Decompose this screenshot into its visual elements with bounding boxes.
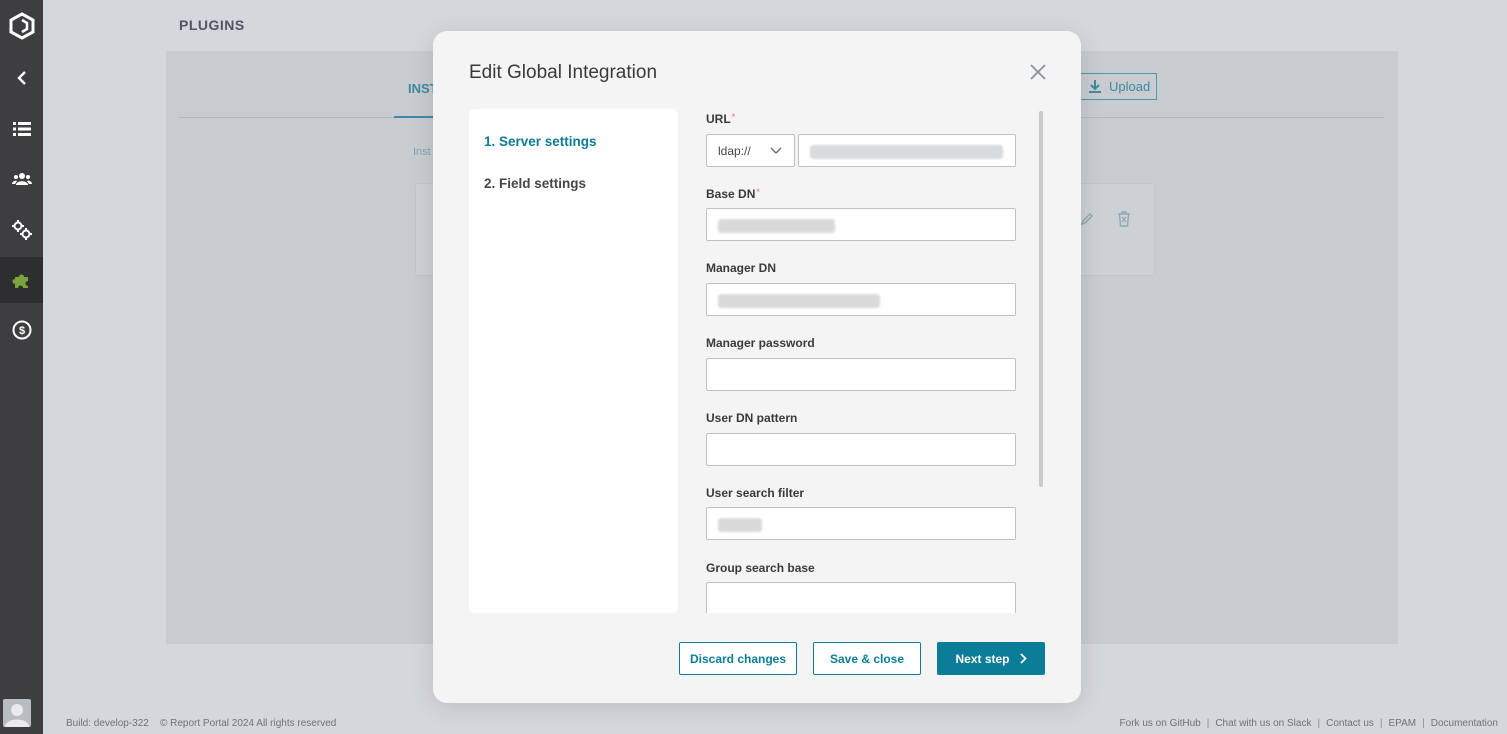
settings-icon[interactable] bbox=[0, 207, 43, 253]
footer-links: Fork us on GitHub | Chat with us on Slack… bbox=[1119, 718, 1498, 729]
svg-text:$: $ bbox=[18, 325, 24, 337]
footer-link-epam[interactable]: EPAM bbox=[1389, 718, 1417, 729]
next-step-label: Next step bbox=[955, 651, 1010, 666]
form-scrollbar[interactable] bbox=[1039, 111, 1043, 487]
upload-button[interactable]: Upload bbox=[1080, 73, 1157, 100]
url-input[interactable] bbox=[798, 134, 1016, 167]
protocol-value: ldap:// bbox=[718, 144, 751, 158]
launches-icon[interactable] bbox=[0, 106, 43, 152]
user-dn-pattern-label: User DN pattern bbox=[706, 411, 798, 425]
chevron-right-icon bbox=[1019, 653, 1027, 664]
user-search-filter-input[interactable] bbox=[706, 507, 1016, 540]
group-search-base-input[interactable] bbox=[706, 582, 1016, 613]
user-search-filter-label: User search filter bbox=[706, 486, 805, 500]
build-info: Build: develop-322 bbox=[66, 718, 149, 729]
members-icon[interactable] bbox=[0, 156, 43, 202]
modal-title: Edit Global Integration bbox=[469, 62, 658, 83]
base-dn-input[interactable] bbox=[706, 208, 1016, 241]
footer-link-slack[interactable]: Chat with us on Slack bbox=[1215, 718, 1311, 729]
next-step-button[interactable]: Next step bbox=[937, 642, 1045, 675]
step-server-settings[interactable]: 1. Server settings bbox=[484, 134, 597, 149]
billing-icon[interactable]: $ bbox=[0, 307, 43, 353]
download-icon bbox=[1089, 80, 1101, 93]
close-icon[interactable] bbox=[1028, 62, 1048, 82]
plugins-icon[interactable] bbox=[0, 257, 43, 303]
installed-caption: Inst bbox=[413, 146, 431, 158]
group-search-base-label: Group search base bbox=[706, 561, 815, 575]
user-dn-pattern-input[interactable] bbox=[706, 433, 1016, 466]
footer-link-documentation[interactable]: Documentation bbox=[1431, 718, 1498, 729]
manager-dn-input[interactable] bbox=[706, 283, 1016, 316]
step-field-settings[interactable]: 2. Field settings bbox=[484, 176, 586, 191]
back-icon[interactable] bbox=[0, 55, 43, 101]
footer-link-github[interactable]: Fork us on GitHub bbox=[1120, 718, 1201, 729]
edit-integration-modal: Edit Global Integration 1. Server settin… bbox=[433, 31, 1081, 703]
copyright: © Report Portal 2024 All rights reserved bbox=[159, 718, 337, 729]
trash-icon[interactable] bbox=[1117, 211, 1131, 232]
save-close-button[interactable]: Save & close bbox=[813, 642, 921, 675]
logo-icon[interactable] bbox=[0, 3, 43, 49]
page-title: PLUGINS bbox=[179, 17, 245, 33]
steps-panel: 1. Server settings 2. Field settings bbox=[469, 109, 678, 613]
manager-password-input[interactable] bbox=[706, 358, 1016, 391]
upload-label: Upload bbox=[1109, 79, 1151, 94]
protocol-select[interactable]: ldap:// bbox=[706, 134, 795, 167]
footer-build: Build: develop-322 © Report Portal 2024 … bbox=[66, 718, 336, 729]
manager-dn-label: Manager DN bbox=[706, 261, 777, 275]
avatar[interactable] bbox=[3, 699, 31, 727]
chevron-down-icon bbox=[770, 147, 782, 155]
server-settings-form: URL* ldap:// Base DN* Manager DN Manager… bbox=[706, 109, 1046, 613]
footer-link-contact[interactable]: Contact us bbox=[1326, 718, 1374, 729]
sidebar: $ bbox=[0, 0, 43, 734]
edit-icon[interactable] bbox=[1080, 212, 1094, 231]
url-label: URL* bbox=[706, 112, 736, 126]
discard-changes-button[interactable]: Discard changes bbox=[679, 642, 797, 675]
manager-password-label: Manager password bbox=[706, 336, 815, 350]
base-dn-label: Base DN* bbox=[706, 187, 760, 201]
